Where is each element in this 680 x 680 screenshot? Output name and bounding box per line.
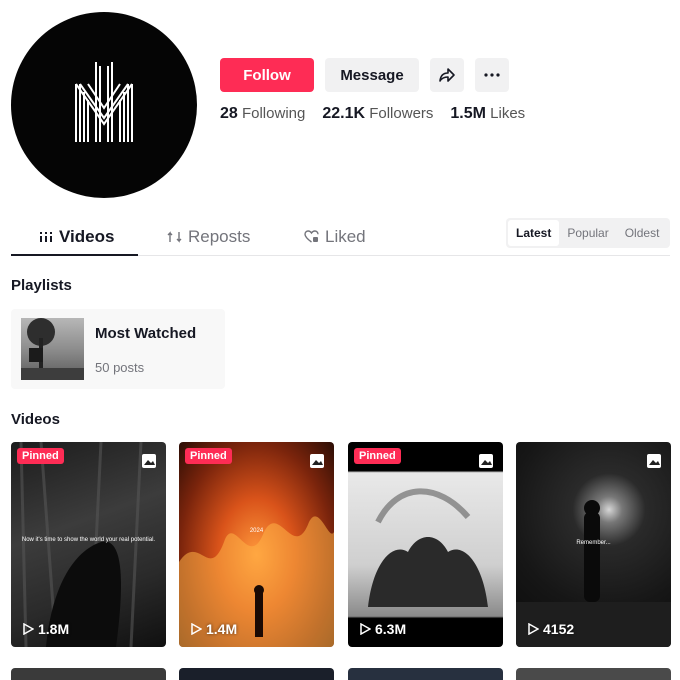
video-card[interactable]: Pinned 2024 1.4M — [179, 442, 334, 647]
videos-heading: Videos — [11, 411, 60, 428]
sort-latest[interactable]: Latest — [508, 220, 560, 246]
heart-lock-icon — [304, 229, 319, 243]
video-thumbnail — [368, 488, 488, 607]
sort-oldest[interactable]: Oldest — [617, 220, 668, 246]
message-button[interactable]: Message — [325, 58, 419, 92]
tab-liked[interactable]: Liked — [304, 218, 366, 255]
pinned-badge: Pinned — [185, 448, 232, 464]
multi-post-icon — [310, 454, 324, 468]
video-card[interactable]: Pinned Now it's time to show the world y… — [11, 442, 166, 647]
play-icon — [360, 623, 371, 635]
video-card[interactable] — [11, 668, 166, 680]
video-thumbnail — [179, 516, 334, 647]
share-icon — [439, 68, 455, 82]
tab-reposts[interactable]: Reposts — [167, 218, 250, 255]
sort-popular[interactable]: Popular — [559, 220, 616, 246]
follow-button[interactable]: Follow — [220, 58, 314, 92]
multi-post-icon — [142, 454, 156, 468]
sort-toggle: Latest Popular Oldest — [506, 218, 670, 248]
stat-following[interactable]: 28 Following — [220, 105, 305, 123]
tab-reposts-label: Reposts — [188, 226, 251, 246]
share-button[interactable] — [430, 58, 464, 92]
multi-post-icon — [479, 454, 493, 468]
profile-actions: Follow Message — [220, 58, 509, 92]
playlist-post-count: 50 posts — [95, 360, 145, 375]
video-thumbnail — [19, 442, 143, 647]
video-caption: Remember... — [576, 540, 611, 546]
stat-likes[interactable]: 1.5M Likes — [450, 105, 525, 123]
repost-icon — [167, 230, 182, 243]
video-card[interactable]: Pinned 6.3M — [348, 442, 503, 647]
tab-liked-label: Liked — [325, 226, 366, 246]
playlist-title: Most Watched — [95, 325, 197, 342]
tab-videos[interactable]: Videos — [11, 218, 138, 255]
video-caption: 2024 — [249, 528, 264, 534]
view-count: 1.8M — [23, 621, 69, 637]
video-card[interactable] — [516, 668, 671, 680]
tab-videos-label: Videos — [59, 226, 115, 246]
playlists-heading: Playlists — [11, 277, 72, 294]
play-icon — [191, 623, 202, 635]
play-icon — [23, 623, 34, 635]
pinned-badge: Pinned — [17, 448, 64, 464]
stat-followers[interactable]: 22.1K Followers — [322, 105, 433, 123]
active-tab-indicator — [11, 254, 138, 256]
view-count: 4152 — [528, 621, 574, 637]
more-icon — [484, 73, 500, 77]
playlist-card[interactable]: Most Watched 50 posts — [11, 309, 225, 389]
multi-post-icon — [647, 454, 661, 468]
more-button[interactable] — [475, 58, 509, 92]
grid-icon — [40, 231, 52, 242]
playlist-thumbnail — [21, 318, 84, 380]
profile-stats: 28 Following 22.1K Followers 1.5M Likes — [220, 105, 525, 123]
pinned-badge: Pinned — [354, 448, 401, 464]
view-count: 6.3M — [360, 621, 406, 637]
video-card[interactable]: Remember... 4152 — [516, 442, 671, 647]
video-caption: Now it's time to show the world your rea… — [21, 537, 156, 543]
video-card[interactable] — [348, 668, 503, 680]
video-card[interactable] — [179, 668, 334, 680]
play-icon — [528, 623, 539, 635]
profile-avatar[interactable] — [11, 12, 197, 198]
logo-icon — [75, 62, 133, 142]
view-count: 1.4M — [191, 621, 237, 637]
